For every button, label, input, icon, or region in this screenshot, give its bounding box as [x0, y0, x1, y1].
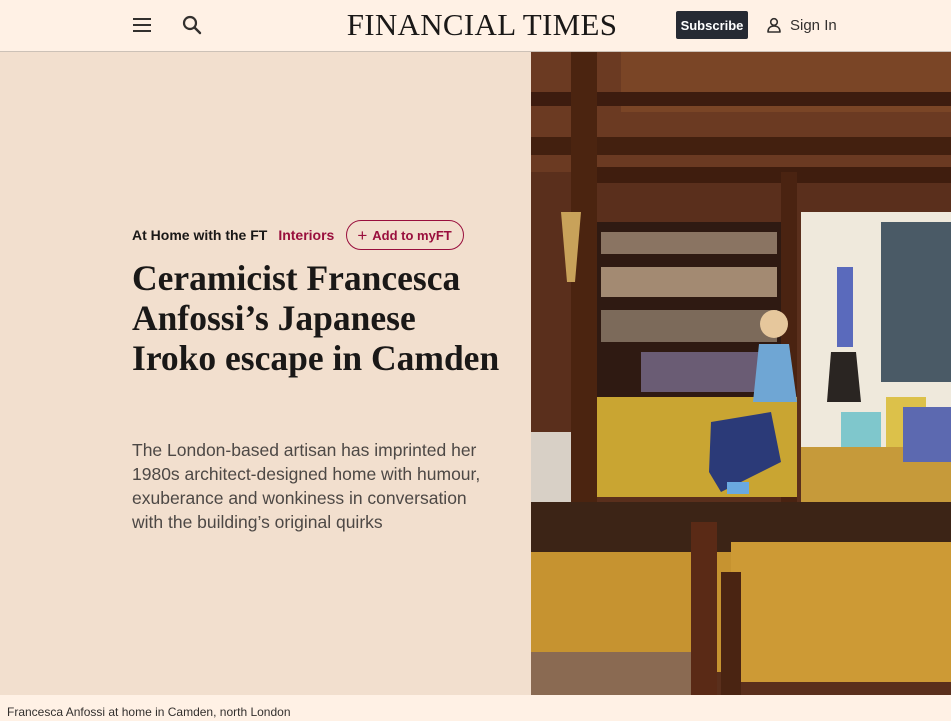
image-caption: Francesca Anfossi at home in Camden, nor…	[7, 705, 291, 719]
plus-icon: +	[357, 225, 368, 245]
subscribe-button[interactable]: Subscribe	[676, 11, 748, 39]
add-to-myft-button[interactable]: + Add to myFT	[346, 220, 464, 250]
site-header: FINANCIAL TIMES Subscribe Sign In	[0, 0, 951, 52]
article-headline: Ceramicist Francesca Anfossi’s Japanese …	[132, 258, 500, 378]
article-standfirst: The London-based artisan has imprinted h…	[132, 440, 481, 532]
masthead-logo[interactable]: FINANCIAL TIMES	[300, 6, 664, 44]
menu-icon[interactable]	[132, 15, 152, 35]
add-to-myft-label: Add to myFT	[372, 227, 452, 243]
user-icon	[767, 17, 781, 33]
series-link[interactable]: At Home with the FT	[132, 227, 267, 243]
sign-in-label: Sign In	[790, 16, 837, 34]
topic-link[interactable]: Interiors	[278, 227, 334, 243]
interior-photo	[531, 52, 951, 695]
search-icon[interactable]	[181, 14, 203, 36]
main-image	[531, 52, 951, 695]
article-tags: At Home with the FT Interiors + Add to m…	[132, 220, 464, 250]
sign-in-link[interactable]: Sign In	[765, 15, 837, 35]
